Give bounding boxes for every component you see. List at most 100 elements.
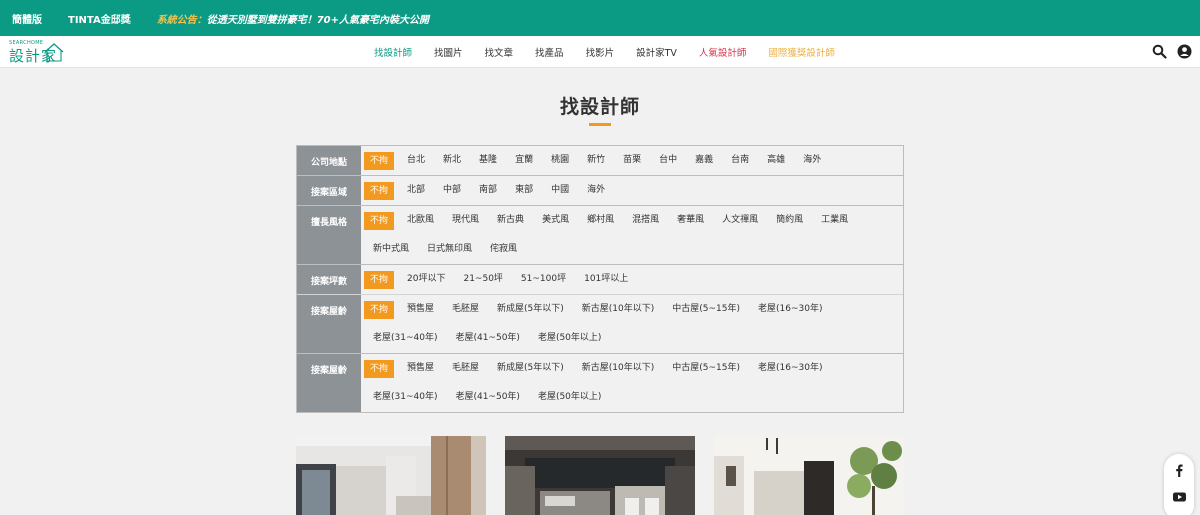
filter-row-service-region: 接案區域 不拘 北部 中部 南部 東部 中國 海外: [297, 176, 903, 206]
filter-option[interactable]: 台北: [398, 146, 434, 175]
filter-option[interactable]: 預售屋: [398, 354, 443, 383]
filter-option[interactable]: 毛胚屋: [443, 354, 488, 383]
filter-option[interactable]: 台南: [722, 146, 758, 175]
filter-option[interactable]: 宜蘭: [506, 146, 542, 175]
filter-option[interactable]: 中部: [434, 176, 470, 205]
title-underline: [589, 123, 611, 126]
system-announcement[interactable]: 系統公告：從透天別墅到雙拼豪宅！70+人氣豪宅內裝大公開: [157, 11, 429, 26]
filter-option[interactable]: 新古屋(10年以下): [573, 354, 663, 383]
filter-option[interactable]: 中古屋(5~15年): [663, 295, 749, 324]
filter-option[interactable]: 北部: [398, 176, 434, 205]
filter-option[interactable]: 海外: [794, 146, 830, 175]
filter-option-any[interactable]: 不拘: [364, 270, 395, 289]
filter-option[interactable]: 基隆: [470, 146, 506, 175]
simplified-chinese-link[interactable]: 簡體版: [12, 11, 42, 26]
filter-option-any[interactable]: 不拘: [364, 181, 395, 200]
filter-option[interactable]: 混搭風: [623, 206, 668, 235]
filter-option-any[interactable]: 不拘: [364, 151, 395, 170]
filter-option[interactable]: 苗栗: [614, 146, 650, 175]
filter-row-house-age-2: 接案屋齡 不拘 預售屋 毛胚屋 新成屋(5年以下) 新古屋(10年以下) 中古屋…: [297, 354, 903, 412]
filter-label: 公司地點: [297, 146, 361, 175]
nav-item-find-designer[interactable]: 找設計師: [374, 45, 412, 59]
filter-option-any[interactable]: 不拘: [364, 211, 395, 230]
filter-option[interactable]: 新成屋(5年以下): [488, 295, 573, 324]
top-bar: 簡體版 TINTA金邸獎 系統公告：從透天別墅到雙拼豪宅！70+人氣豪宅內裝大公…: [0, 0, 1200, 36]
header-icons: [1152, 44, 1192, 59]
user-icon[interactable]: [1177, 44, 1192, 59]
filter-option[interactable]: 20坪以下: [398, 265, 454, 294]
filter-option[interactable]: 人文禪風: [713, 206, 767, 235]
filter-option[interactable]: 老屋(41~50年): [446, 383, 528, 412]
filter-label: 接案區域: [297, 176, 361, 205]
filter-option[interactable]: 新古典: [488, 206, 533, 235]
filter-option[interactable]: 101坪以上: [575, 265, 637, 294]
filter-option[interactable]: 高雄: [758, 146, 794, 175]
filter-option[interactable]: 新成屋(5年以下): [488, 354, 573, 383]
filter-option[interactable]: 奢華風: [668, 206, 713, 235]
filter-option[interactable]: 老屋(50年以上): [529, 383, 610, 412]
filter-option-any[interactable]: 不拘: [364, 300, 395, 319]
filter-option[interactable]: 簡約風: [767, 206, 812, 235]
filter-option[interactable]: 日式無印風: [418, 235, 481, 264]
nav-item-award-designers[interactable]: 國際獲獎設計師: [768, 45, 835, 59]
nav-item-find-videos[interactable]: 找影片: [586, 45, 615, 59]
search-icon[interactable]: [1152, 44, 1167, 59]
nav-item-popular-designers[interactable]: 人氣設計師: [699, 45, 747, 59]
filter-option[interactable]: 老屋(16~30年): [749, 354, 831, 383]
filter-option[interactable]: 侘寂風: [481, 235, 526, 264]
designer-card-image[interactable]: [505, 436, 695, 515]
site-logo[interactable]: SEARCHOME 設計家: [9, 40, 65, 65]
filter-option[interactable]: 毛胚屋: [443, 295, 488, 324]
filter-panel: 公司地點 不拘 台北 新北 基隆 宜蘭 桃園 新竹 苗栗 台中 嘉義 台南 高雄…: [296, 145, 904, 413]
filter-option[interactable]: 老屋(16~30年): [749, 295, 831, 324]
filter-option[interactable]: 老屋(31~40年): [364, 383, 446, 412]
filter-option[interactable]: 老屋(50年以上): [529, 324, 610, 353]
filter-label: 接案坪數: [297, 265, 361, 294]
filter-option[interactable]: 新北: [434, 146, 470, 175]
filter-option[interactable]: 嘉義: [686, 146, 722, 175]
filter-option[interactable]: 鄉村風: [578, 206, 623, 235]
page-title: 找設計師: [559, 96, 640, 118]
facebook-icon[interactable]: [1174, 464, 1184, 477]
filter-row-company-location: 公司地點 不拘 台北 新北 基隆 宜蘭 桃園 新竹 苗栗 台中 嘉義 台南 高雄…: [297, 146, 903, 176]
house-icon: [44, 43, 64, 62]
filter-row-size: 接案坪數 不拘 20坪以下 21~50坪 51~100坪 101坪以上: [297, 265, 903, 295]
filter-option[interactable]: 中國: [542, 176, 578, 205]
filter-option[interactable]: 新竹: [578, 146, 614, 175]
filter-option[interactable]: 51~100坪: [512, 265, 575, 294]
filter-label: 擅長風格: [297, 206, 361, 264]
filter-label: 接案屋齡: [297, 354, 361, 412]
filter-option[interactable]: 工業風: [812, 206, 857, 235]
filter-option[interactable]: 老屋(31~40年): [364, 324, 446, 353]
tinta-award-link[interactable]: TINTA金邸獎: [68, 11, 131, 26]
filter-option[interactable]: 現代風: [443, 206, 488, 235]
filter-option[interactable]: 東部: [506, 176, 542, 205]
main-header: SEARCHOME 設計家 找設計師 找圖片 找文章 找產品 找影片 設計家TV…: [0, 36, 1200, 68]
filter-option[interactable]: 南部: [470, 176, 506, 205]
filter-label: 接案屋齡: [297, 295, 361, 353]
designer-card-image[interactable]: [296, 436, 486, 515]
filter-option[interactable]: 老屋(41~50年): [446, 324, 528, 353]
designer-card-image[interactable]: [714, 436, 904, 515]
filter-option[interactable]: 中古屋(5~15年): [663, 354, 749, 383]
filter-option-any[interactable]: 不拘: [364, 359, 395, 378]
nav-item-find-images[interactable]: 找圖片: [434, 45, 463, 59]
social-float-bar: [1164, 454, 1194, 515]
filter-option[interactable]: 北歐風: [398, 206, 443, 235]
main-nav: 找設計師 找圖片 找文章 找產品 找影片 設計家TV 人氣設計師 國際獲獎設計師: [374, 36, 835, 68]
youtube-icon[interactable]: [1172, 492, 1186, 502]
filter-option[interactable]: 預售屋: [398, 295, 443, 324]
filter-row-style: 擅長風格 不拘 北歐風 現代風 新古典 美式風 鄉村風 混搭風 奢華風 人文禪風…: [297, 206, 903, 265]
nav-item-designer-tv[interactable]: 設計家TV: [636, 45, 677, 59]
filter-option[interactable]: 桃園: [542, 146, 578, 175]
filter-option[interactable]: 新中式風: [364, 235, 418, 264]
filter-option[interactable]: 新古屋(10年以下): [573, 295, 663, 324]
filter-option[interactable]: 海外: [578, 176, 614, 205]
filter-row-house-age: 接案屋齡 不拘 預售屋 毛胚屋 新成屋(5年以下) 新古屋(10年以下) 中古屋…: [297, 295, 903, 354]
nav-item-find-articles[interactable]: 找文章: [485, 45, 514, 59]
announcement-label: 系統公告：: [156, 14, 207, 26]
filter-option[interactable]: 21~50坪: [454, 265, 511, 294]
nav-item-find-products[interactable]: 找產品: [535, 45, 564, 59]
filter-option[interactable]: 台中: [650, 146, 686, 175]
filter-option[interactable]: 美式風: [533, 206, 578, 235]
